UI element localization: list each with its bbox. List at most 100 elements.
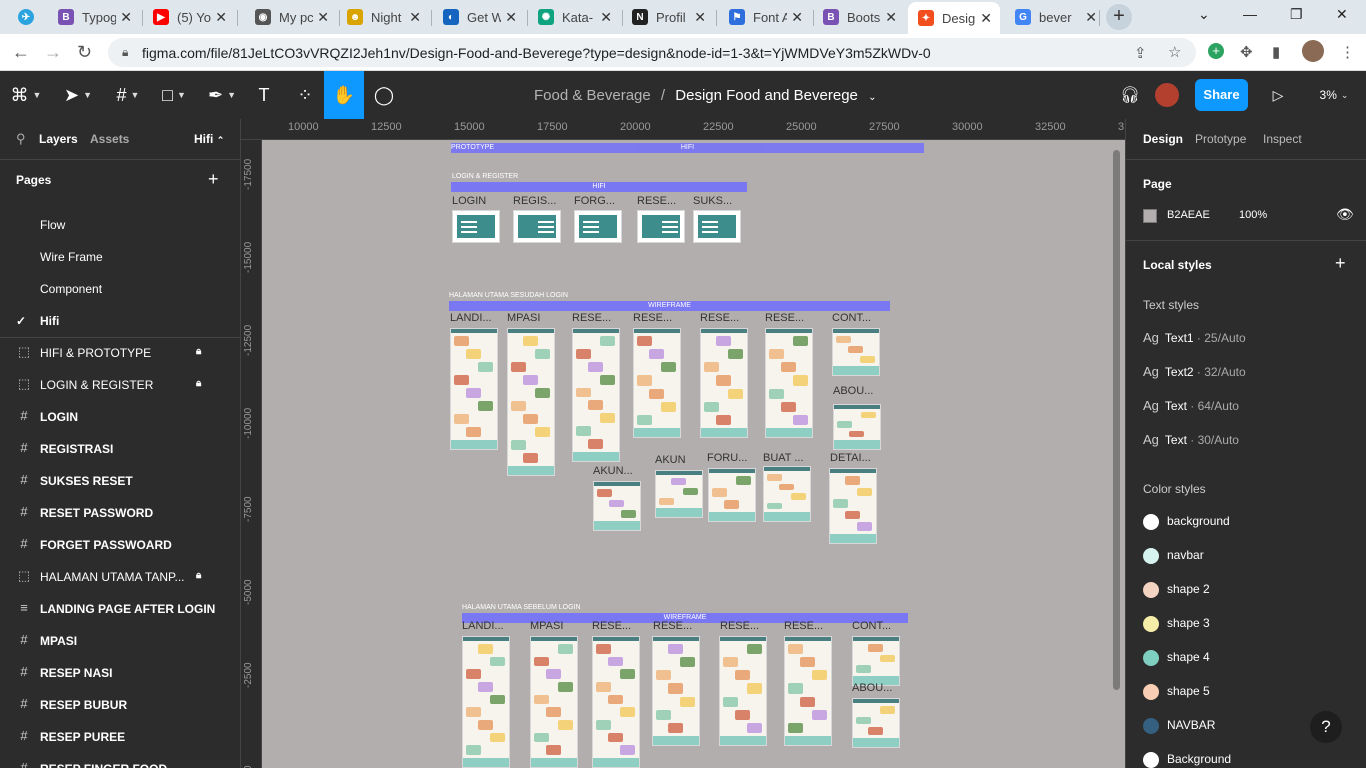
wireframe-frame[interactable] (708, 468, 756, 522)
tab-close-icon[interactable]: ✕ (791, 9, 803, 26)
browser-tab[interactable]: ☻ Night ✕ (337, 4, 429, 30)
page-item[interactable]: Component (0, 274, 240, 304)
hand-tool-icon[interactable]: ✋ (324, 71, 364, 119)
layer-item[interactable]: # RESEP BUBUR (0, 689, 240, 721)
frame-title[interactable]: ABOU... (852, 682, 892, 694)
tab-close-icon[interactable]: ✕ (317, 9, 329, 26)
tab-close-icon[interactable]: ✕ (600, 9, 612, 26)
tab-close-icon[interactable]: ✕ (694, 9, 706, 26)
forward-icon[interactable]: → (44, 42, 62, 63)
wireframe-frame[interactable] (530, 636, 578, 768)
browser-tab[interactable]: N Profil ✕ (622, 4, 714, 30)
tab-inspect[interactable]: Inspect (1263, 132, 1302, 146)
layer-item[interactable]: ≡ LANDING PAGE AFTER LOGIN (0, 593, 240, 625)
layer-item[interactable]: # RESEP FINGER FOOD (0, 753, 240, 768)
frame-title[interactable]: AKUN (655, 454, 686, 466)
frame-title[interactable]: LANDI... (450, 312, 492, 324)
login-frame[interactable] (452, 210, 500, 243)
extensions-puzzle-icon[interactable]: ✥ (1240, 43, 1253, 61)
lock-icon[interactable]: 🔒︎ (196, 378, 201, 389)
wireframe-frame[interactable] (784, 636, 832, 746)
layer-item[interactable]: ⬚ HIFI & PROTOTYPE 🔒︎ (0, 337, 240, 369)
wireframe-frame[interactable] (592, 636, 640, 768)
login-frame[interactable] (574, 210, 622, 243)
extension-plus-icon[interactable]: + (1208, 43, 1224, 59)
wireframe-frame[interactable] (633, 328, 681, 438)
sidepanel-icon[interactable]: ▮ (1272, 43, 1280, 61)
frame-title[interactable]: ABOU... (833, 385, 873, 397)
frame-title[interactable]: SUKS... (693, 195, 732, 207)
frame-title[interactable]: REGIS... (513, 195, 556, 207)
wireframe-frame[interactable] (719, 636, 767, 746)
frame-title[interactable]: MPASI (507, 312, 540, 324)
section-label-before-login[interactable]: HALAMAN UTAMA SEBELUM LOGIN (462, 604, 581, 611)
browser-tab[interactable]: ✺ Kata- ✕ (528, 4, 620, 30)
frame-title[interactable]: RESE... (700, 312, 739, 324)
page-item[interactable]: Wire Frame (0, 242, 240, 272)
collaborator-avatar[interactable] (1155, 71, 1179, 119)
layer-item[interactable]: ⬚ LOGIN & REGISTER 🔒︎ (0, 369, 240, 401)
login-frame[interactable] (637, 210, 685, 243)
profile-avatar[interactable] (1302, 40, 1324, 62)
wireframe-frame[interactable] (763, 466, 811, 522)
wireframe-frame[interactable] (852, 698, 900, 748)
audio-headphones-icon[interactable]: 🎧︎ (1118, 71, 1142, 119)
frame-title[interactable]: MPASI (530, 620, 563, 632)
tab-prototype[interactable]: Prototype (1195, 132, 1246, 146)
frame-title[interactable]: RESE... (784, 620, 823, 632)
page-switcher[interactable]: Hifi ⌃ (194, 132, 224, 146)
present-play-icon[interactable]: ▷ (1266, 71, 1290, 119)
page-item[interactable]: Flow (0, 210, 240, 240)
browser-tab[interactable]: ▶ (5) Yo ✕ (143, 4, 235, 30)
frame-title[interactable]: BUAT ... (763, 452, 804, 464)
after-wireframe-bar[interactable]: WIREFRAME (449, 301, 890, 311)
wireframe-frame[interactable] (593, 481, 641, 531)
back-icon[interactable]: ← (12, 42, 30, 63)
file-name[interactable]: Design Food and Beverege (675, 87, 858, 104)
color-style-item[interactable]: navbar (1143, 548, 1204, 564)
frame-title[interactable]: LANDI... (462, 620, 504, 632)
comment-tool-icon[interactable]: ◯ (370, 71, 398, 119)
frame-title[interactable]: RESE... (765, 312, 804, 324)
color-style-item[interactable]: NAVBAR (1143, 718, 1215, 734)
text-style-item[interactable]: Ag Text2 · 32/Auto (1143, 364, 1246, 379)
layer-item[interactable]: # LOGIN (0, 401, 240, 433)
layer-item[interactable]: # REGISTRASI (0, 433, 240, 465)
canvas-scrollbar[interactable] (1113, 150, 1120, 690)
frame-title[interactable]: RESE... (653, 620, 692, 632)
close-window-icon[interactable]: ✕ (1336, 6, 1348, 23)
tab-close-icon[interactable]: ✕ (980, 10, 992, 27)
frame-title[interactable]: DETAI... (830, 452, 871, 464)
bookmark-star-icon[interactable]: ☆ (1168, 43, 1181, 61)
tab-assets[interactable]: Assets (90, 132, 129, 146)
wireframe-frame[interactable] (462, 636, 510, 768)
layer-item[interactable]: ⬚ HALAMAN UTAMA TANP... 🔒︎ (0, 561, 240, 593)
wireframe-frame[interactable] (572, 328, 620, 462)
tab-close-icon[interactable]: ✕ (505, 9, 517, 26)
layer-item[interactable]: # RESEP PUREE (0, 721, 240, 753)
reload-icon[interactable]: ↻ (77, 42, 92, 63)
browser-tab[interactable]: ◉ My pc ✕ (245, 4, 337, 30)
wireframe-frame[interactable] (652, 636, 700, 746)
browser-tab[interactable]: Gbever ✕ (1005, 4, 1105, 30)
zoom-menu[interactable]: 3% ⌄ (1314, 71, 1354, 119)
browser-tab[interactable]: ✦ Desig ✕ (908, 2, 1000, 34)
color-style-item[interactable]: shape 2 (1143, 582, 1210, 598)
frame-title[interactable]: RESE... (633, 312, 672, 324)
wireframe-frame[interactable] (852, 636, 900, 686)
chevron-down-icon[interactable]: ⌄ (868, 92, 876, 103)
tab-close-icon[interactable]: ✕ (1085, 9, 1097, 26)
tab-close-icon[interactable]: ✕ (120, 9, 132, 26)
layer-item[interactable]: # MPASI (0, 625, 240, 657)
login-frame[interactable] (513, 210, 561, 243)
login-hifi-bar[interactable]: HIFI (451, 182, 747, 192)
url-text[interactable]: figma.com/file/81JeLtCO3vVRQZI2Jeh1nv/De… (142, 45, 931, 61)
layer-item[interactable]: # RESEP NASI (0, 657, 240, 689)
browser-tab[interactable]: B Typog ✕ (48, 4, 140, 30)
share-button[interactable]: Share (1195, 79, 1248, 111)
design-canvas[interactable]: PROTOTYPE HIFI PROTOTYPE LOGIN & REGISTE… (262, 140, 1125, 768)
frame-title[interactable]: RESE... (720, 620, 759, 632)
shape-tool-icon[interactable]: □ ▼ (154, 71, 194, 119)
color-style-item[interactable]: background (1143, 514, 1230, 530)
frame-title[interactable]: FORU... (707, 452, 747, 464)
